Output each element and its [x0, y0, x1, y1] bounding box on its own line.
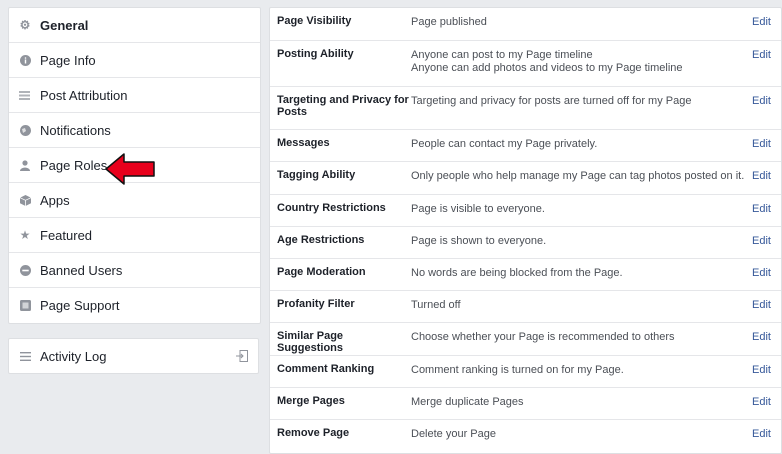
exit-icon [236, 350, 248, 365]
activity-log-link[interactable]: Activity Log [8, 338, 259, 374]
setting-description: Anyone can post to my Page timeline Anyo… [411, 41, 781, 86]
list-icon [19, 350, 31, 362]
setting-label: Targeting and Privacy for Posts [277, 94, 409, 118]
setting-description: Page is shown to everyone. [411, 227, 781, 258]
sidebar-item-featured[interactable]: ★ Featured [9, 218, 260, 253]
setting-description-line: Only people who help manage my Page can … [411, 170, 745, 182]
setting-description-line: Choose whether your Page is recommended … [411, 331, 675, 343]
setting-label: Page Visibility [277, 15, 352, 27]
annotation-arrow [105, 153, 155, 185]
sidebar-item-label: General [40, 17, 89, 33]
setting-description-line: Anyone can post to my Page timeline [411, 49, 593, 61]
edit-link[interactable]: Edit [752, 203, 771, 215]
sidebar-item-label: Featured [40, 227, 93, 243]
page-icon [19, 300, 31, 312]
info-icon [19, 54, 31, 66]
setting-description: Page published [411, 8, 781, 40]
setting-description-line: No words are being blocked from the Page… [411, 267, 623, 279]
sidebar-item-label: Banned Users [40, 262, 123, 278]
edit-link[interactable]: Edit [752, 428, 771, 440]
setting-label: Messages [277, 137, 330, 149]
setting-description-line: Page published [411, 16, 487, 28]
setting-label: Page Moderation [277, 266, 366, 278]
edit-link[interactable]: Edit [752, 235, 771, 247]
setting-label: Tagging Ability [277, 169, 356, 181]
setting-label: Posting Ability [277, 48, 354, 60]
setting-description: Merge duplicate Pages [411, 388, 781, 419]
setting-description-line: People can contact my Page privately. [411, 138, 598, 150]
sidebar-item-banned-users[interactable]: Banned Users [9, 253, 260, 288]
setting-description: People can contact my Page privately. [411, 130, 781, 161]
sidebar-item-page-support[interactable]: Page Support [9, 288, 260, 323]
sidebar-item-label: Page Info [40, 52, 96, 68]
setting-row-comment-ranking[interactable]: Comment Ranking Comment ranking is turne… [270, 356, 781, 388]
setting-row-profanity-filter[interactable]: Profanity Filter Turned off Edit [270, 291, 781, 323]
setting-row-similar-page-suggestions[interactable]: Similar Page Suggestions Choose whether … [270, 323, 781, 356]
setting-label: Profanity Filter [277, 298, 355, 310]
cube-icon [19, 194, 31, 206]
sidebar-item-page-info[interactable]: Page Info [9, 43, 260, 78]
sidebar-item-notifications[interactable]: Notifications [9, 113, 260, 148]
setting-description: Targeting and privacy for posts are turn… [411, 87, 781, 129]
setting-label: Age Restrictions [277, 234, 365, 246]
setting-label: Comment Ranking [277, 363, 375, 375]
person-icon [19, 159, 31, 171]
general-settings-table: Page Visibility Page published Edit Post… [269, 7, 782, 454]
sidebar-item-post-attribution[interactable]: Post Attribution [9, 78, 260, 113]
setting-row-merge-pages[interactable]: Merge Pages Merge duplicate Pages Edit [270, 388, 781, 420]
sidebar-item-label: Page Roles [40, 157, 108, 173]
setting-description: Choose whether your Page is recommended … [411, 323, 781, 355]
setting-row-messages[interactable]: Messages People can contact my Page priv… [270, 130, 781, 162]
setting-description-line: Comment ranking is turned on for my Page… [411, 364, 624, 376]
flag-icon [19, 89, 31, 101]
setting-row-tagging-ability[interactable]: Tagging Ability Only people who help man… [270, 162, 781, 195]
setting-description: Only people who help manage my Page can … [411, 162, 781, 194]
setting-label: Country Restrictions [277, 202, 386, 214]
setting-row-posting-ability[interactable]: Posting Ability Anyone can post to my Pa… [270, 41, 781, 87]
setting-label: Similar Page Suggestions [277, 330, 344, 354]
edit-link[interactable]: Edit [752, 267, 771, 279]
setting-description-line: Page is shown to everyone. [411, 235, 547, 247]
setting-label: Remove Page [277, 427, 350, 439]
edit-link[interactable]: Edit [752, 364, 771, 376]
star-icon: ★ [19, 228, 31, 242]
edit-link[interactable]: Edit [752, 170, 771, 182]
setting-row-age-restrictions[interactable]: Age Restrictions Page is shown to everyo… [270, 227, 781, 259]
setting-description: No words are being blocked from the Page… [411, 259, 781, 290]
sidebar-item-label: Notifications [40, 122, 111, 138]
setting-description-line: Delete your Page [411, 428, 496, 440]
sidebar-item-apps[interactable]: Apps [9, 183, 260, 218]
sidebar-item-label: Post Attribution [40, 87, 128, 103]
setting-description: Delete your Page [411, 420, 781, 453]
setting-description: Page is visible to everyone. [411, 195, 781, 226]
edit-link[interactable]: Edit [752, 16, 771, 28]
sidebar-item-general[interactable]: ⚙ General [9, 8, 260, 43]
globe-icon [19, 124, 31, 136]
edit-link[interactable]: Edit [752, 331, 771, 343]
setting-description: Comment ranking is turned on for my Page… [411, 356, 781, 387]
ban-icon [19, 264, 31, 276]
setting-row-page-visibility[interactable]: Page Visibility Page published Edit [270, 8, 781, 41]
setting-description-line: Anyone can add photos and videos to my P… [411, 62, 683, 74]
setting-row-country-restrictions[interactable]: Country Restrictions Page is visible to … [270, 195, 781, 227]
setting-description-line: Targeting and privacy for posts are turn… [411, 95, 692, 107]
sidebar-item-label: Page Support [40, 298, 120, 313]
sidebar-item-label: Apps [40, 192, 70, 208]
gear-icon: ⚙ [19, 18, 31, 32]
activity-log-label: Activity Log [40, 348, 107, 364]
edit-link[interactable]: Edit [752, 95, 771, 107]
setting-row-targeting-privacy[interactable]: Targeting and Privacy for Posts Targetin… [270, 87, 781, 130]
setting-description-line: Page is visible to everyone. [411, 203, 545, 215]
setting-description-line: Turned off [411, 299, 461, 311]
setting-description: Turned off [411, 291, 781, 322]
edit-link[interactable]: Edit [752, 299, 771, 311]
setting-label: Merge Pages [277, 395, 345, 407]
setting-description-line: Merge duplicate Pages [411, 396, 524, 408]
edit-link[interactable]: Edit [752, 49, 771, 61]
edit-link[interactable]: Edit [752, 396, 771, 408]
edit-link[interactable]: Edit [752, 138, 771, 150]
setting-row-page-moderation[interactable]: Page Moderation No words are being block… [270, 259, 781, 291]
setting-row-remove-page[interactable]: Remove Page Delete your Page Edit [270, 420, 781, 453]
